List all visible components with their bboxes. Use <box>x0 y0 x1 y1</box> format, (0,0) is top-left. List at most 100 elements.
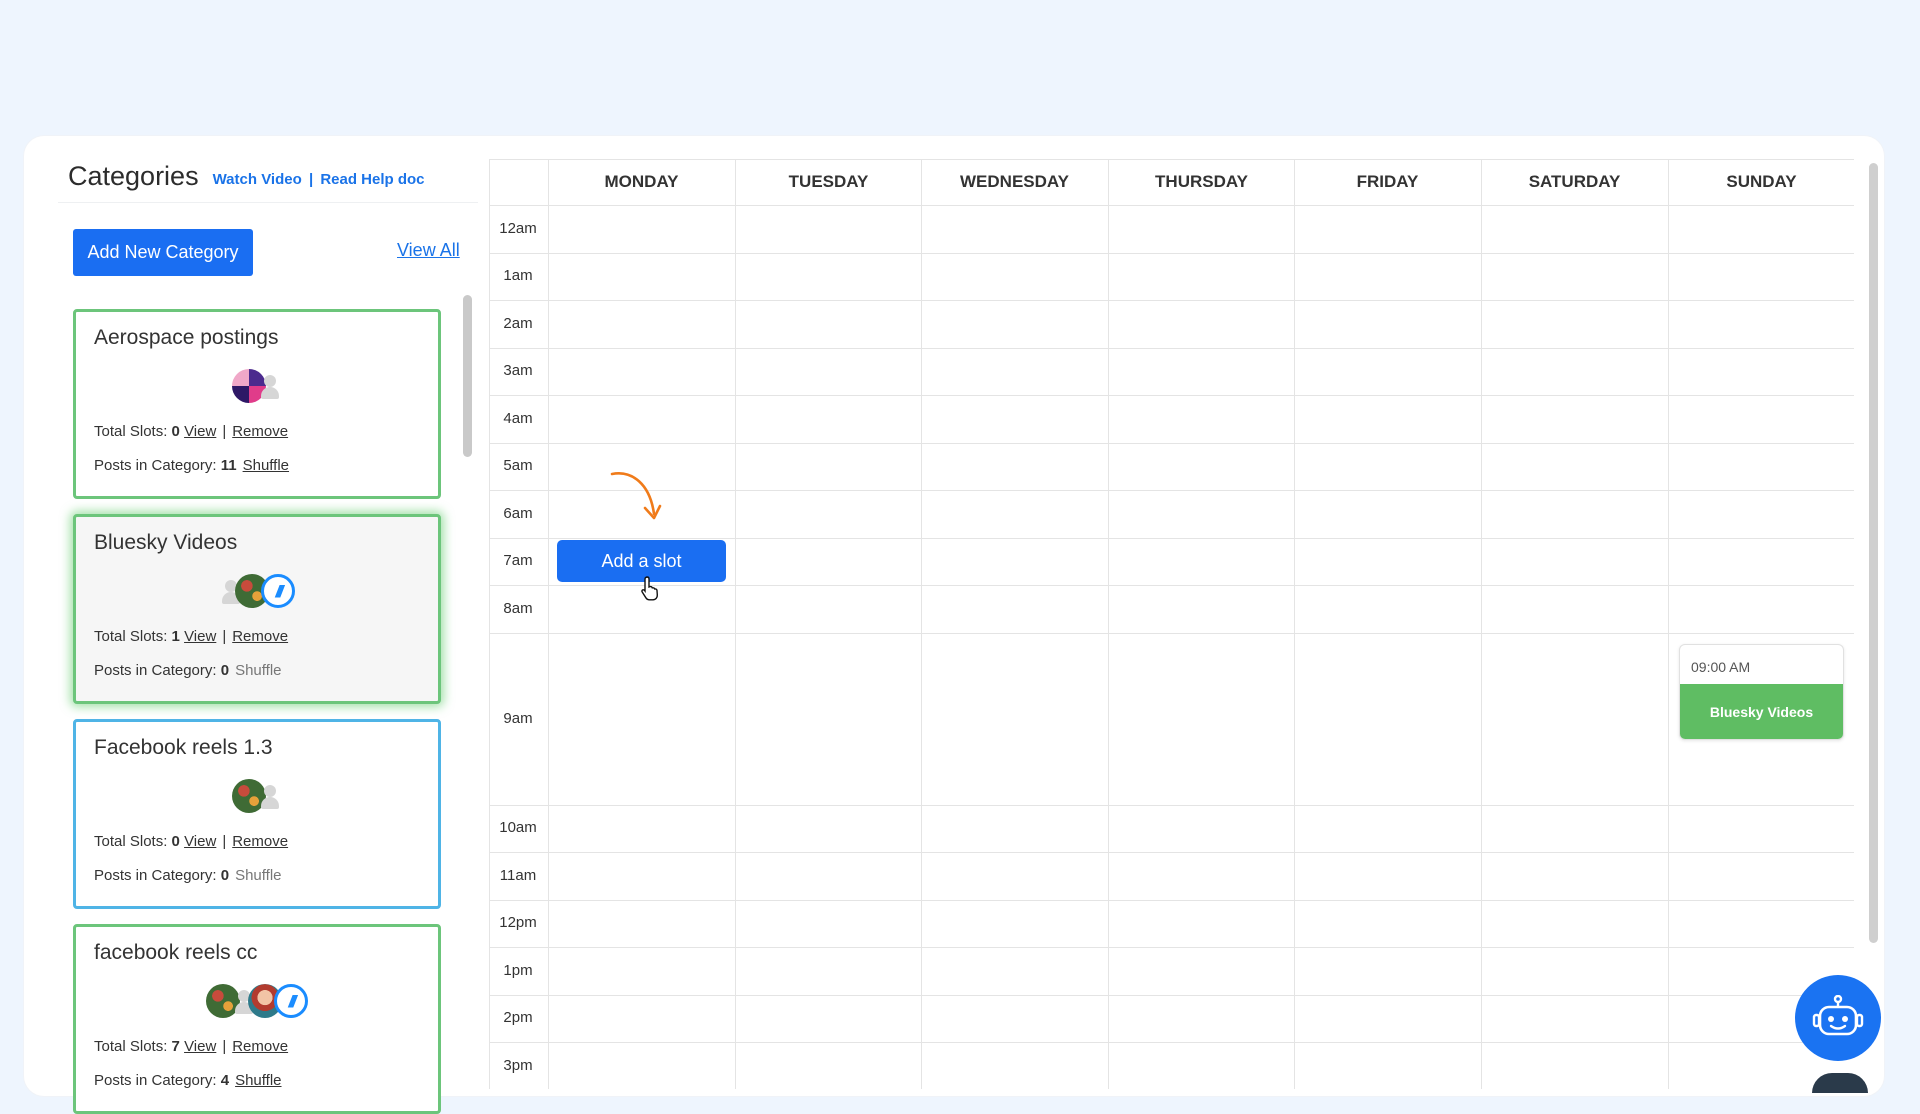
link-separator: | <box>222 628 227 645</box>
slot-category-label[interactable]: Bluesky Videos <box>1680 684 1843 739</box>
placeholder-avatar <box>258 781 282 811</box>
total-slots-value: 0 <box>171 423 180 440</box>
placeholder-avatar-head <box>264 785 276 797</box>
total-slots-label: Total Slots: <box>94 423 168 440</box>
time-label: 3am <box>503 362 533 379</box>
time-label: 11am <box>499 867 537 884</box>
time-label: 9am <box>503 710 533 727</box>
category-card[interactable]: Bluesky Videos /// Total Slots: 1 View | Rem… <box>73 514 441 704</box>
grid-row-line <box>489 900 1854 901</box>
remove-category-link[interactable]: Remove <box>232 1038 288 1055</box>
posts-value: 0 <box>220 867 230 884</box>
link-separator: | <box>222 1038 227 1055</box>
watch-video-link[interactable]: Watch Video <box>213 171 302 188</box>
curved-arrow-icon <box>610 472 662 520</box>
posts-value: 0 <box>220 662 230 679</box>
time-label: 2pm <box>503 1009 533 1026</box>
grid-column-line <box>1108 159 1109 1089</box>
posts-row: Posts in Category: 0 Shuffle <box>94 662 282 679</box>
category-card[interactable]: Aerospace postings Total Slots: 0 View | Re… <box>73 309 441 499</box>
posts-row: Posts in Category: 11 Shuffle <box>94 457 289 474</box>
remove-category-link[interactable]: Remove <box>232 833 288 850</box>
category-name: facebook reels cc <box>94 941 258 964</box>
bluesky-avatar: /// <box>261 574 295 608</box>
grid-column-line <box>1481 159 1482 1089</box>
total-slots-label: Total Slots: <box>94 1038 168 1055</box>
link-separator: | <box>308 170 314 188</box>
day-header: MONDAY <box>604 172 679 191</box>
grid-column-line <box>1668 159 1669 1089</box>
bluesky-avatar: /// <box>274 984 308 1018</box>
grid-row-line <box>489 633 1854 634</box>
categories-header: Categories Watch Video | Read Help doc <box>68 158 425 194</box>
view-slots-link[interactable]: View <box>184 1038 216 1055</box>
posts-label: Posts in Category: <box>94 1072 217 1089</box>
grid-row-line <box>489 805 1854 806</box>
bluesky-logo-icon: /// <box>288 991 296 1011</box>
view-slots-link[interactable]: View <box>184 628 216 645</box>
time-label: 2am <box>503 315 533 332</box>
time-label: 1am <box>503 267 533 284</box>
day-header: SUNDAY <box>1726 172 1797 191</box>
time-label: 1pm <box>503 962 533 979</box>
add-new-category-button[interactable]: Add New Category <box>73 229 253 276</box>
view-slots-link[interactable]: View <box>184 833 216 850</box>
total-slots-row: Total Slots: 0 View | Remove <box>94 423 288 440</box>
grid-row-line <box>489 490 1854 491</box>
placeholder-avatar <box>258 371 282 401</box>
scheduled-slot-card[interactable]: 09:00 AM Bluesky Videos <box>1679 644 1844 740</box>
total-slots-value: 0 <box>171 833 180 850</box>
assistant-bot-button[interactable] <box>1795 975 1881 1061</box>
hand-cursor-icon <box>641 576 659 601</box>
category-card[interactable]: facebook reels cc /// Total Slots: 7 View |… <box>73 924 441 1114</box>
shuffle-link: Shuffle <box>235 662 282 679</box>
grid-row-line <box>489 395 1854 396</box>
grid-row-line <box>489 348 1854 349</box>
grid-row-line <box>489 585 1854 586</box>
bluesky-logo-icon: /// <box>275 581 283 601</box>
categories-title: Categories <box>68 160 199 191</box>
day-header: TUESDAY <box>788 172 869 191</box>
total-slots-row: Total Slots: 1 View | Remove <box>94 628 288 645</box>
grid-column-line <box>489 159 490 1089</box>
category-card[interactable]: Facebook reels 1.3 Total Slots: 0 View | Re… <box>73 719 441 909</box>
grid-row-line <box>489 538 1854 539</box>
total-slots-value: 7 <box>171 1038 180 1055</box>
shuffle-link[interactable]: Shuffle <box>235 1072 281 1089</box>
grid-row-line <box>489 947 1854 948</box>
grid-row-line <box>489 205 1854 206</box>
time-label: 12pm <box>499 914 537 931</box>
total-slots-value: 1 <box>171 628 180 645</box>
posts-value: 11 <box>220 457 237 474</box>
account-avatars: /// <box>76 571 438 611</box>
day-header: SATURDAY <box>1528 172 1621 191</box>
remove-category-link[interactable]: Remove <box>232 628 288 645</box>
posts-label: Posts in Category: <box>94 867 217 884</box>
total-slots-row: Total Slots: 7 View | Remove <box>94 1038 288 1055</box>
view-all-link[interactable]: View All <box>397 240 460 261</box>
posts-value: 4 <box>220 1072 230 1089</box>
remove-category-link[interactable]: Remove <box>232 423 288 440</box>
view-slots-link[interactable]: View <box>184 423 216 440</box>
help-links: Watch Video | Read Help doc <box>213 165 425 188</box>
grid-row-line <box>489 1042 1854 1043</box>
time-label: 10am <box>499 819 537 836</box>
slot-time: 09:00 AM <box>1691 659 1751 675</box>
account-avatars: /// <box>76 981 438 1021</box>
page-scrollbar[interactable] <box>1869 163 1878 943</box>
shuffle-link[interactable]: Shuffle <box>243 457 289 474</box>
categories-scrollbar-thumb[interactable] <box>463 295 472 457</box>
weekly-calendar: MONDAY TUESDAY WEDNESDAY THURSDAY FRIDAY SATU… <box>489 159 1854 1089</box>
day-header: WEDNESDAY <box>960 172 1069 191</box>
day-header: THURSDAY <box>1155 172 1248 191</box>
header-divider <box>58 202 478 203</box>
account-avatars <box>76 366 438 406</box>
account-avatars <box>76 776 438 816</box>
time-label: 5am <box>503 457 533 474</box>
time-label: 4am <box>503 410 533 427</box>
read-help-link[interactable]: Read Help doc <box>320 171 424 188</box>
day-header: FRIDAY <box>1356 172 1419 191</box>
time-label: 3pm <box>503 1057 533 1074</box>
grid-row-line <box>489 852 1854 853</box>
robot-icon <box>1812 995 1864 1036</box>
